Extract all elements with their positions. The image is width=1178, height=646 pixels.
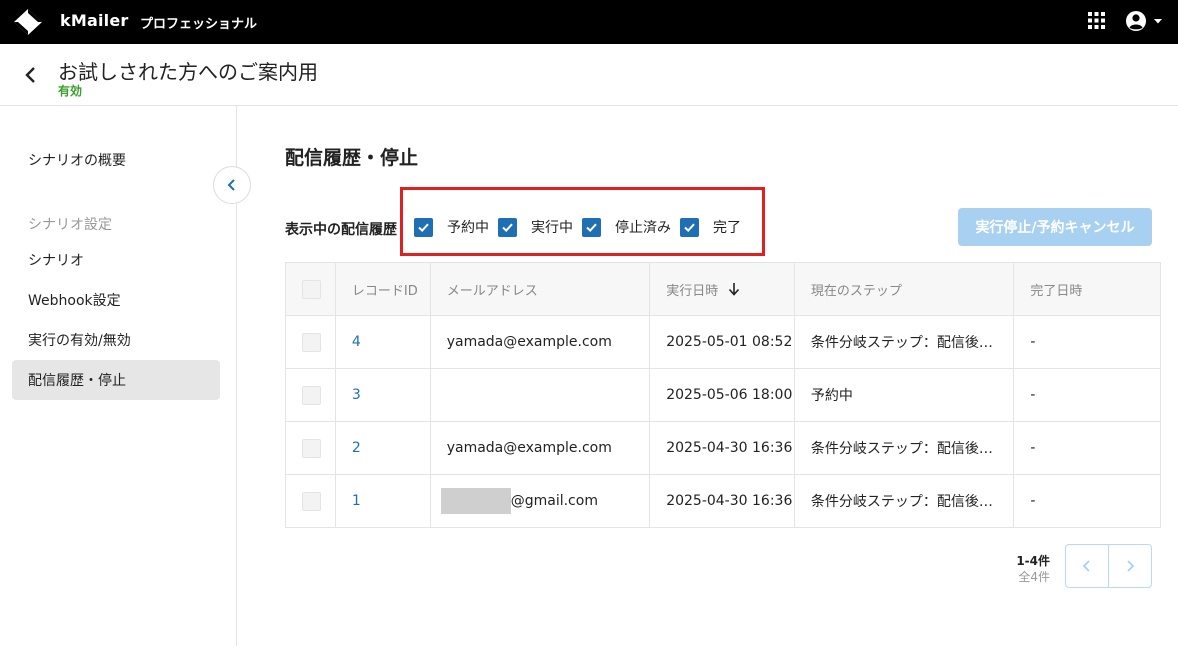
table-header-row: レコードID メールアドレス 実行日時 現在のステップ 完了日時 (286, 263, 1160, 316)
account-menu-icon[interactable] (1124, 9, 1166, 33)
step-cell: 条件分岐ステップ：配信後… (795, 475, 1015, 527)
kmailer-logo-icon[interactable] (12, 7, 44, 37)
page-title: お試しされた方へのご案内用 (58, 60, 318, 84)
sort-descending-icon[interactable] (728, 282, 740, 296)
filter-label: 表示中の配信履歴 (285, 222, 397, 238)
chevron-left-icon (1082, 560, 1090, 572)
row-select-cell (286, 475, 336, 527)
row-checkbox[interactable] (302, 491, 321, 511)
pagination-controls (1065, 544, 1152, 588)
row-checkbox[interactable] (302, 332, 321, 352)
table-row: 4 yamada@example.com 2025-05-01 08:52 条件… (286, 316, 1160, 369)
prev-page-button[interactable] (1066, 545, 1109, 587)
filter-label-running: 実行中 (531, 220, 573, 236)
executed-cell: 2025-05-01 08:52 (650, 316, 795, 368)
status-badge: 有効 (58, 84, 83, 98)
completed-cell: - (1030, 334, 1036, 350)
column-header-email[interactable]: メールアドレス (431, 263, 651, 315)
sidebar-section-scenario-settings: シナリオ設定 (28, 217, 112, 233)
column-header-step[interactable]: 現在のステップ (795, 263, 1015, 315)
filter-label-completed: 完了 (713, 220, 741, 236)
email-cell (431, 369, 651, 421)
filter-checkbox-running[interactable]: 実行中 (498, 217, 573, 237)
record-id-cell: 1 (336, 475, 431, 527)
row-checkbox[interactable] (302, 385, 321, 405)
stop-cancel-button[interactable]: 実行停止/予約キャンセル (958, 208, 1152, 246)
filter-checkbox-completed[interactable]: 完了 (680, 217, 741, 237)
sidebar-item-scenario[interactable]: シナリオ (12, 240, 220, 280)
page-total: 全4件 (1018, 570, 1050, 584)
record-id-cell: 3 (336, 369, 431, 421)
section-title: 配信履歴・停止 (285, 147, 419, 169)
sidebar-item-overview[interactable]: シナリオの概要 (12, 140, 220, 180)
checkbox-checked-icon (680, 217, 699, 237)
sidebar: シナリオの概要 シナリオ設定 シナリオ Webhook設定 実行の有効/無効 配… (0, 106, 237, 646)
executed-cell: 2025-05-06 18:00 (650, 369, 795, 421)
record-id-link[interactable]: 2 (352, 440, 361, 456)
record-id-cell: 2 (336, 422, 431, 474)
sidebar-item-label: 配信履歴・停止 (28, 373, 126, 389)
back-arrow-icon[interactable] (20, 64, 42, 86)
record-id-link[interactable]: 4 (352, 334, 361, 350)
sidebar-item-label: シナリオの概要 (28, 153, 126, 169)
page-header: お試しされた方へのご案内用 有効 (0, 44, 1178, 106)
executed-cell: 2025-04-30 16:36 (650, 422, 795, 474)
table-row: 3 2025-05-06 18:00 予約中 - (286, 369, 1160, 422)
row-select-cell (286, 422, 336, 474)
app-bar: kMailer プロフェッショナル (0, 0, 1178, 44)
record-id-cell: 4 (336, 316, 431, 368)
edition-label: プロフェッショナル (140, 17, 258, 32)
row-checkbox[interactable] (302, 438, 321, 458)
sidebar-item-delivery-history[interactable]: 配信履歴・停止 (12, 360, 220, 400)
filter-checkbox-stopped[interactable]: 停止済み (582, 217, 671, 237)
record-id-link[interactable]: 1 (352, 493, 361, 509)
completed-cell: - (1030, 440, 1036, 456)
step-cell: 予約中 (795, 369, 1015, 421)
filter-checkbox-reserved[interactable]: 予約中 (414, 217, 489, 237)
select-all-checkbox[interactable] (302, 279, 321, 299)
table-row: 1 @gmail.com 2025-04-30 16:36 条件分岐ステップ：配… (286, 475, 1160, 528)
executed-cell: 2025-04-30 16:36 (650, 475, 795, 527)
row-select-cell (286, 316, 336, 368)
apps-grid-icon[interactable] (1088, 12, 1105, 29)
sidebar-item-execution-toggle[interactable]: 実行の有効/無効 (12, 320, 220, 360)
table-row: 2 yamada@example.com 2025-04-30 16:36 条件… (286, 422, 1160, 475)
step-cell: 条件分岐ステップ：配信後… (795, 422, 1015, 474)
sidebar-item-label: Webhook設定 (28, 293, 121, 309)
step-cell: 条件分岐ステップ：配信後… (795, 316, 1015, 368)
chevron-right-icon (1127, 560, 1135, 572)
page-range: 1-4件 (1016, 554, 1050, 568)
column-header-label: 実行日時 (666, 283, 719, 299)
completed-cell: - (1030, 387, 1036, 403)
record-id-link[interactable]: 3 (352, 387, 361, 403)
email-domain: @gmail.com (510, 493, 598, 509)
email-cell: @gmail.com (431, 475, 651, 527)
email-cell: yamada@example.com (431, 422, 651, 474)
select-all-cell (286, 263, 336, 315)
redacted-block (440, 488, 511, 514)
email-cell: yamada@example.com (431, 316, 651, 368)
filter-label-reserved: 予約中 (447, 220, 489, 236)
sidebar-item-label: シナリオ (28, 253, 84, 269)
column-header-executed[interactable]: 実行日時 (650, 263, 795, 315)
sidebar-item-webhook[interactable]: Webhook設定 (12, 280, 220, 320)
checkbox-checked-icon (498, 217, 517, 237)
history-table: レコードID メールアドレス 実行日時 現在のステップ 完了日時 4 yamad… (285, 262, 1161, 528)
sidebar-item-label: 実行の有効/無効 (28, 333, 131, 349)
completed-cell: - (1030, 493, 1036, 509)
filter-label-stopped: 停止済み (615, 220, 671, 236)
column-header-record-id[interactable]: レコードID (336, 263, 431, 315)
column-header-completed[interactable]: 完了日時 (1014, 263, 1160, 315)
next-page-button[interactable] (1109, 545, 1152, 587)
brand-name: kMailer (60, 11, 129, 30)
collapse-sidebar-button[interactable] (213, 166, 251, 204)
checkbox-checked-icon (414, 217, 433, 237)
row-select-cell (286, 369, 336, 421)
chevron-left-icon (227, 179, 235, 191)
checkbox-checked-icon (582, 217, 601, 237)
